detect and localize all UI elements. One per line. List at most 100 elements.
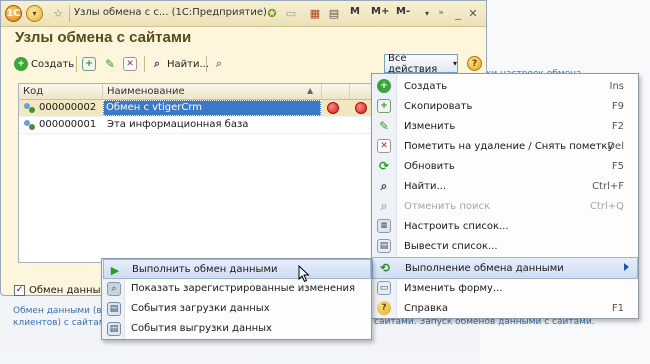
find-button[interactable]: ⌕ Найти...	[150, 54, 209, 74]
load-events-icon: ▤	[107, 302, 121, 316]
divider	[76, 56, 77, 72]
memory-m-button[interactable]: M	[350, 6, 360, 17]
create-button-label: Создать	[31, 58, 75, 70]
all-actions-label: Все действия	[388, 52, 438, 75]
cancel-search-button[interactable]: ⌕	[212, 54, 226, 74]
column-header-code[interactable]: Код	[23, 86, 43, 97]
menu-item-create[interactable]: + Создать Ins	[372, 76, 638, 96]
refresh-icon: ⟳	[378, 159, 390, 173]
menu-item-shortcut: Ctrl+F	[592, 180, 624, 192]
favorite-star-icon[interactable]: ☆	[50, 5, 66, 21]
menu-item-label: Пометить на удаление / Снять пометку	[404, 140, 614, 152]
menu-item-list-settings[interactable]: ≡ Настроить список...	[372, 216, 638, 236]
description-line: Обмен данными (вы	[13, 306, 109, 316]
column-divider	[321, 84, 322, 99]
menu-item-label: Вывести список...	[404, 240, 498, 252]
submenu-item-label: События выгрузки данных	[131, 323, 272, 334]
menu-item-shortcut: Del	[607, 140, 624, 152]
pin-icon[interactable]: ▭	[283, 5, 299, 21]
edit-icon: ✎	[378, 119, 390, 133]
cancel-search-icon: ⌕	[380, 198, 388, 213]
menu-item-mark-delete[interactable]: ✕ Пометить на удаление / Снять пометку D…	[372, 136, 638, 156]
menu-item-label: Скопировать	[404, 100, 473, 112]
exchange-submenu: ▶ Выполнить обмен данными ⌕ Показать зар…	[101, 258, 372, 340]
mouse-cursor-icon	[298, 265, 310, 283]
menu-item-label: Обновить	[404, 160, 455, 172]
calculator-icon[interactable]: ▤	[326, 5, 342, 21]
memory-minus-button[interactable]: M-	[396, 6, 410, 17]
menu-dropdown-icon[interactable]: ▾	[26, 5, 43, 22]
table-row[interactable]: 000000001 Эта информационная база	[19, 117, 375, 134]
menu-item-label: Справка	[404, 302, 449, 314]
plus-icon: +	[14, 57, 28, 71]
column-header-name[interactable]: Наименование	[107, 86, 185, 97]
exchange-icon: ⟲	[379, 261, 391, 275]
menu-item-shortcut: F2	[611, 120, 624, 132]
exchange-node-icon	[24, 120, 35, 130]
submenu-item-load-events[interactable]: ▤ События загрузки данных	[103, 299, 371, 319]
exchange-checkbox-row[interactable]: ✓ Обмен данными	[14, 285, 115, 296]
create-icon: +	[377, 79, 391, 93]
submenu-item-label: Показать зарегистрированные изменения	[131, 283, 356, 294]
menu-item-shortcut: Ctrl+Q	[589, 200, 624, 212]
close-icon[interactable]: ✕	[465, 5, 481, 21]
menu-item-help[interactable]: ? Справка F1	[372, 298, 638, 318]
calendar-icon[interactable]: ▦	[307, 5, 323, 21]
column-divider	[349, 84, 350, 99]
submenu-item-label: События загрузки данных	[131, 303, 270, 314]
description-line: клиентов) с сайтам	[13, 318, 106, 328]
minimize-icon[interactable]: _	[450, 5, 466, 21]
help-button[interactable]: ?	[467, 56, 482, 71]
menu-item-print-list[interactable]: ▤ Вывести список...	[372, 236, 638, 256]
menu-item-label: Найти...	[404, 180, 447, 192]
submenu-item-run-exchange[interactable]: ▶ Выполнить обмен данными	[103, 259, 371, 279]
pencil-icon: ✎	[104, 57, 116, 71]
row-code: 000000002	[39, 102, 97, 113]
help-icon: ?	[377, 301, 391, 315]
app-logo-icon[interactable]: 1С	[5, 5, 22, 22]
nodes-table[interactable]: Код Наименование ▲ 000000002 Обмен с vti…	[18, 83, 376, 263]
edit-button[interactable]: ✎	[103, 54, 117, 74]
delete-button[interactable]: ✕	[123, 54, 137, 74]
change-form-icon: ▭	[377, 281, 391, 295]
submenu-arrow-icon	[624, 263, 629, 271]
menu-item-edit[interactable]: ✎ Изменить F2	[372, 116, 638, 136]
create-button[interactable]: + Создать	[14, 54, 74, 74]
menu-item-label: Изменить форму...	[404, 282, 503, 294]
exchange-node-icon	[24, 103, 35, 113]
memory-plus-button[interactable]: M+	[371, 6, 389, 17]
menu-item-exchange[interactable]: ⟲ Выполнение обмена данными	[372, 257, 638, 279]
menu-item-shortcut: Ins	[609, 80, 625, 92]
menu-item-copy[interactable]: + Скопировать F9	[372, 96, 638, 116]
exchange-checkbox[interactable]: ✓	[14, 285, 25, 296]
table-row[interactable]: 000000002 Обмен с vtigerCrm	[19, 100, 375, 117]
row-name-cell-selected[interactable]: Обмен с vtigerCrm	[103, 100, 321, 116]
menu-item-cancel-search[interactable]: ⌕ Отменить поиск Ctrl+Q	[372, 196, 638, 216]
all-actions-button[interactable]: Все действия ▾	[384, 52, 458, 75]
divider	[144, 56, 145, 72]
all-actions-menu: + Создать Ins + Скопировать F9 ✎ Изменит…	[371, 73, 639, 319]
menu-item-change-form[interactable]: ▭ Изменить форму...	[372, 278, 638, 298]
more-icon[interactable]: »	[433, 5, 449, 21]
menu-item-label: Изменить	[404, 120, 456, 132]
menu-item-find[interactable]: ⌕ Найти... Ctrl+F	[372, 176, 638, 196]
menu-item-label: Создать	[404, 80, 448, 92]
column-divider	[102, 84, 103, 99]
play-icon: ▶	[110, 263, 120, 277]
submenu-item-unload-events[interactable]: ▤ События выгрузки данных	[103, 319, 371, 339]
copy-button[interactable]: +	[82, 54, 96, 74]
title-bar: 1С ▾ ☆ Узлы обмена с с... (1С:Предприяти…	[1, 1, 486, 27]
copy-icon: +	[377, 99, 391, 113]
sort-icon[interactable]: ▲	[307, 86, 313, 95]
submenu-item-show-changes[interactable]: ⌕ Показать зарегистрированные изменения	[103, 279, 371, 299]
menu-item-label: Отменить поиск	[404, 200, 491, 212]
row-name: Эта информационная база	[107, 119, 249, 130]
magnifier-icon: ⌕	[153, 57, 161, 70]
description-text: Обмен данными (вы клиентов) с сайтам	[13, 305, 109, 329]
add-favorite-icon[interactable]: ✪	[264, 5, 280, 21]
cancel-search-icon: ⌕	[215, 57, 223, 70]
menu-item-refresh[interactable]: ⟳ Обновить F5	[372, 156, 638, 176]
unload-events-icon: ▤	[107, 322, 121, 336]
menu-item-label: Выполнение обмена данными	[405, 262, 564, 274]
delete-mark-icon: ✕	[123, 57, 137, 71]
